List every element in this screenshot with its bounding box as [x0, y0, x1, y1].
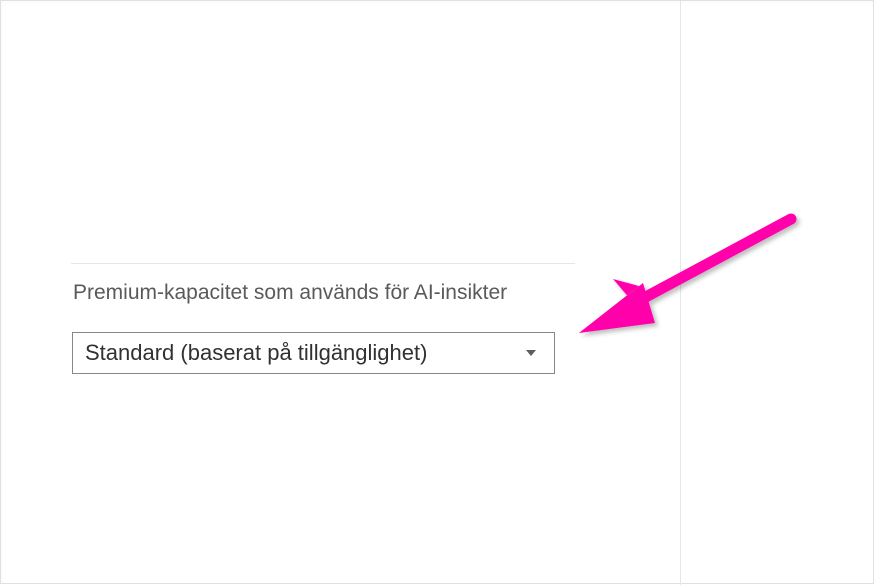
chevron-down-icon: [526, 350, 536, 356]
settings-inner-panel: Premium-kapacitet som används för AI-ins…: [1, 1, 681, 585]
capacity-dropdown[interactable]: Standard (baserat på tillgänglighet): [72, 332, 555, 374]
section-divider: [71, 263, 575, 264]
settings-panel: Premium-kapacitet som används för AI-ins…: [0, 0, 874, 584]
capacity-dropdown-value: Standard (baserat på tillgänglighet): [85, 340, 526, 366]
capacity-section-label: Premium-kapacitet som används för AI-ins…: [73, 281, 507, 305]
